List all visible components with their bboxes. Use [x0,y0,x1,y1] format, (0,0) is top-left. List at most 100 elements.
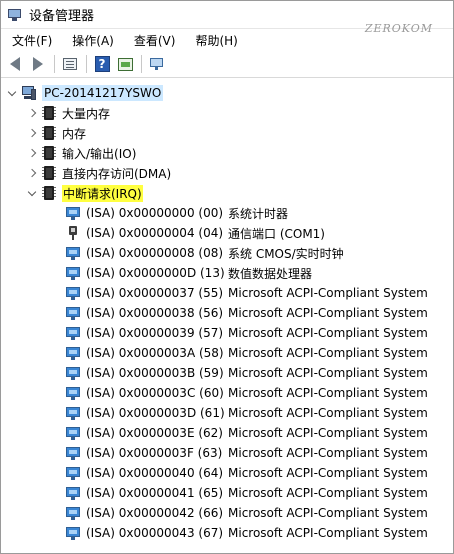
irq-value: (ISA) 0x00000037 (55) [86,286,224,300]
chip-icon [41,125,57,141]
menu-view[interactable]: 查看(V) [127,30,183,51]
back-button[interactable] [5,54,25,74]
irq-value: (ISA) 0x00000008 (08) [86,246,224,260]
update-driver-icon [117,57,133,71]
chevron-right-icon [27,128,37,138]
irq-device-name: Microsoft ACPI-Compliant System [228,286,428,300]
resource-icon [65,485,81,501]
tree-category[interactable]: 大量内存 [1,103,453,123]
device-tree: PC-20141217YSWO 大量内存 内存 输入/输出(IO) 直接内存访问… [1,78,453,543]
resource-icon [65,285,81,301]
irq-entry-row[interactable]: (ISA) 0x0000003A (58) Microsoft ACPI-Comp… [1,343,453,363]
device-manager-icon [7,8,23,22]
irq-entry-row[interactable]: (ISA) 0x00000040 (64) Microsoft ACPI-Comp… [1,463,453,483]
irq-device-name: Microsoft ACPI-Compliant System [228,446,428,460]
irq-entry-row[interactable]: (ISA) 0x00000037 (55) Microsoft ACPI-Comp… [1,283,453,303]
irq-device-name: 数值数据处理器 [228,266,313,281]
irq-device-name: Microsoft ACPI-Compliant System [228,386,428,400]
irq-value: (ISA) 0x00000004 (04) [86,226,224,240]
chip-icon [41,105,57,121]
expander[interactable] [27,143,37,163]
tree-category-irq[interactable]: 中断请求(IRQ) [1,183,453,203]
resource-icon [65,405,81,421]
tree-category-label: 中断请求(IRQ) [62,184,143,202]
resource-icon [65,245,81,261]
irq-entry-row[interactable]: (ISA) 0x0000000D (13) 数值数据处理器 [1,263,453,283]
device-manager-window: 设备管理器 ZEROKOM 文件(F) 操作(A) 查看(V) 帮助(H) ? [0,0,454,554]
menu-help[interactable]: 帮助(H) [188,30,244,51]
irq-entry-row[interactable]: (ISA) 0x00000043 (67) Microsoft ACPI-Comp… [1,523,453,543]
tree-root[interactable]: PC-20141217YSWO [1,83,453,103]
irq-device-name: Microsoft ACPI-Compliant System [228,366,428,380]
chevron-right-icon [27,168,37,178]
irq-device-name: Microsoft ACPI-Compliant System [228,406,428,420]
tree-category-label: 内存 [62,126,87,141]
irq-entry-row[interactable]: (ISA) 0x0000003D (61) Microsoft ACPI-Comp… [1,403,453,423]
expander[interactable] [27,123,37,143]
irq-entry-row[interactable]: (ISA) 0x0000003E (62) Microsoft ACPI-Comp… [1,423,453,443]
irq-entry-row[interactable]: (ISA) 0x0000003C (60) Microsoft ACPI-Comp… [1,383,453,403]
irq-entry-row[interactable]: (ISA) 0x00000008 (08) 系统 CMOS/实时时钟 [1,243,453,263]
irq-entry-row[interactable]: (ISA) 0x00000038 (56) Microsoft ACPI-Comp… [1,303,453,323]
irq-value: (ISA) 0x00000042 (66) [86,506,224,520]
irq-entry-row[interactable]: (ISA) 0x0000003B (59) Microsoft ACPI-Comp… [1,363,453,383]
irq-device-name: Microsoft ACPI-Compliant System [228,486,428,500]
irq-device-name: Microsoft ACPI-Compliant System [228,326,428,340]
menu-action[interactable]: 操作(A) [65,30,121,51]
watermark-text: ZEROKOM [364,22,433,35]
scan-hardware-icon [149,57,165,71]
irq-value: (ISA) 0x0000003C (60) [86,386,224,400]
tree-category-label: 输入/输出(IO) [62,146,137,161]
irq-value: (ISA) 0x00000041 (65) [86,486,224,500]
expander[interactable] [27,183,37,203]
chevron-right-icon [27,148,37,158]
toolbar-separator [141,55,142,73]
irq-entry-row[interactable]: (ISA) 0x0000003F (63) Microsoft ACPI-Comp… [1,443,453,463]
menu-file[interactable]: 文件(F) [5,30,59,51]
chevron-down-icon [27,187,37,196]
resource-icon [65,305,81,321]
irq-device-name: Microsoft ACPI-Compliant System [228,466,428,480]
irq-entry-row[interactable]: (ISA) 0x00000042 (66) Microsoft ACPI-Comp… [1,503,453,523]
irq-device-name: Microsoft ACPI-Compliant System [228,346,428,360]
update-driver-button[interactable] [115,54,135,74]
expander[interactable] [7,83,17,103]
tree-category-label: 大量内存 [62,106,111,121]
resource-icon [65,325,81,341]
scan-hardware-button[interactable] [147,54,167,74]
resource-icon [65,425,81,441]
forward-button[interactable] [28,54,48,74]
irq-value: (ISA) 0x0000003A (58) [86,346,224,360]
chevron-right-icon [27,108,37,118]
help-button[interactable]: ? [92,54,112,74]
irq-device-name: Microsoft ACPI-Compliant System [228,526,428,540]
irq-device-name: Microsoft ACPI-Compliant System [228,506,428,520]
tree-category[interactable]: 输入/输出(IO) [1,143,453,163]
irq-entry-row[interactable]: (ISA) 0x00000039 (57) Microsoft ACPI-Comp… [1,323,453,343]
irq-entry-row[interactable]: (ISA) 0x00000004 (04) 通信端口 (COM1) [1,223,453,243]
irq-value: (ISA) 0x0000003E (62) [86,426,223,440]
irq-device-name: Microsoft ACPI-Compliant System [228,426,428,440]
irq-value: (ISA) 0x00000038 (56) [86,306,224,320]
help-icon: ? [94,56,110,72]
resource-icon [65,265,81,281]
irq-device-name: Microsoft ACPI-Compliant System [228,306,428,320]
properties-button[interactable] [60,54,80,74]
toolbar-separator [86,55,87,73]
tree-category[interactable]: 内存 [1,123,453,143]
expander[interactable] [27,103,37,123]
resource-icon [65,205,81,221]
resource-icon [65,385,81,401]
resource-icon [65,505,81,521]
irq-device-name: 系统计时器 [228,206,289,221]
title-bar[interactable]: 设备管理器 ZEROKOM [1,1,453,35]
irq-entry-row[interactable]: (ISA) 0x00000041 (65) Microsoft ACPI-Comp… [1,483,453,503]
irq-entry-row[interactable]: (ISA) 0x00000000 (00) 系统计时器 [1,203,453,223]
toolbar-separator [54,55,55,73]
irq-list: (ISA) 0x00000000 (00) 系统计时器 (ISA) 0x000000… [1,203,453,543]
expander[interactable] [27,163,37,183]
chip-icon [41,165,57,181]
irq-value: (ISA) 0x0000003D (61) [86,406,225,420]
tree-root-label: PC-20141217YSWO [42,85,164,101]
tree-category[interactable]: 直接内存访问(DMA) [1,163,453,183]
